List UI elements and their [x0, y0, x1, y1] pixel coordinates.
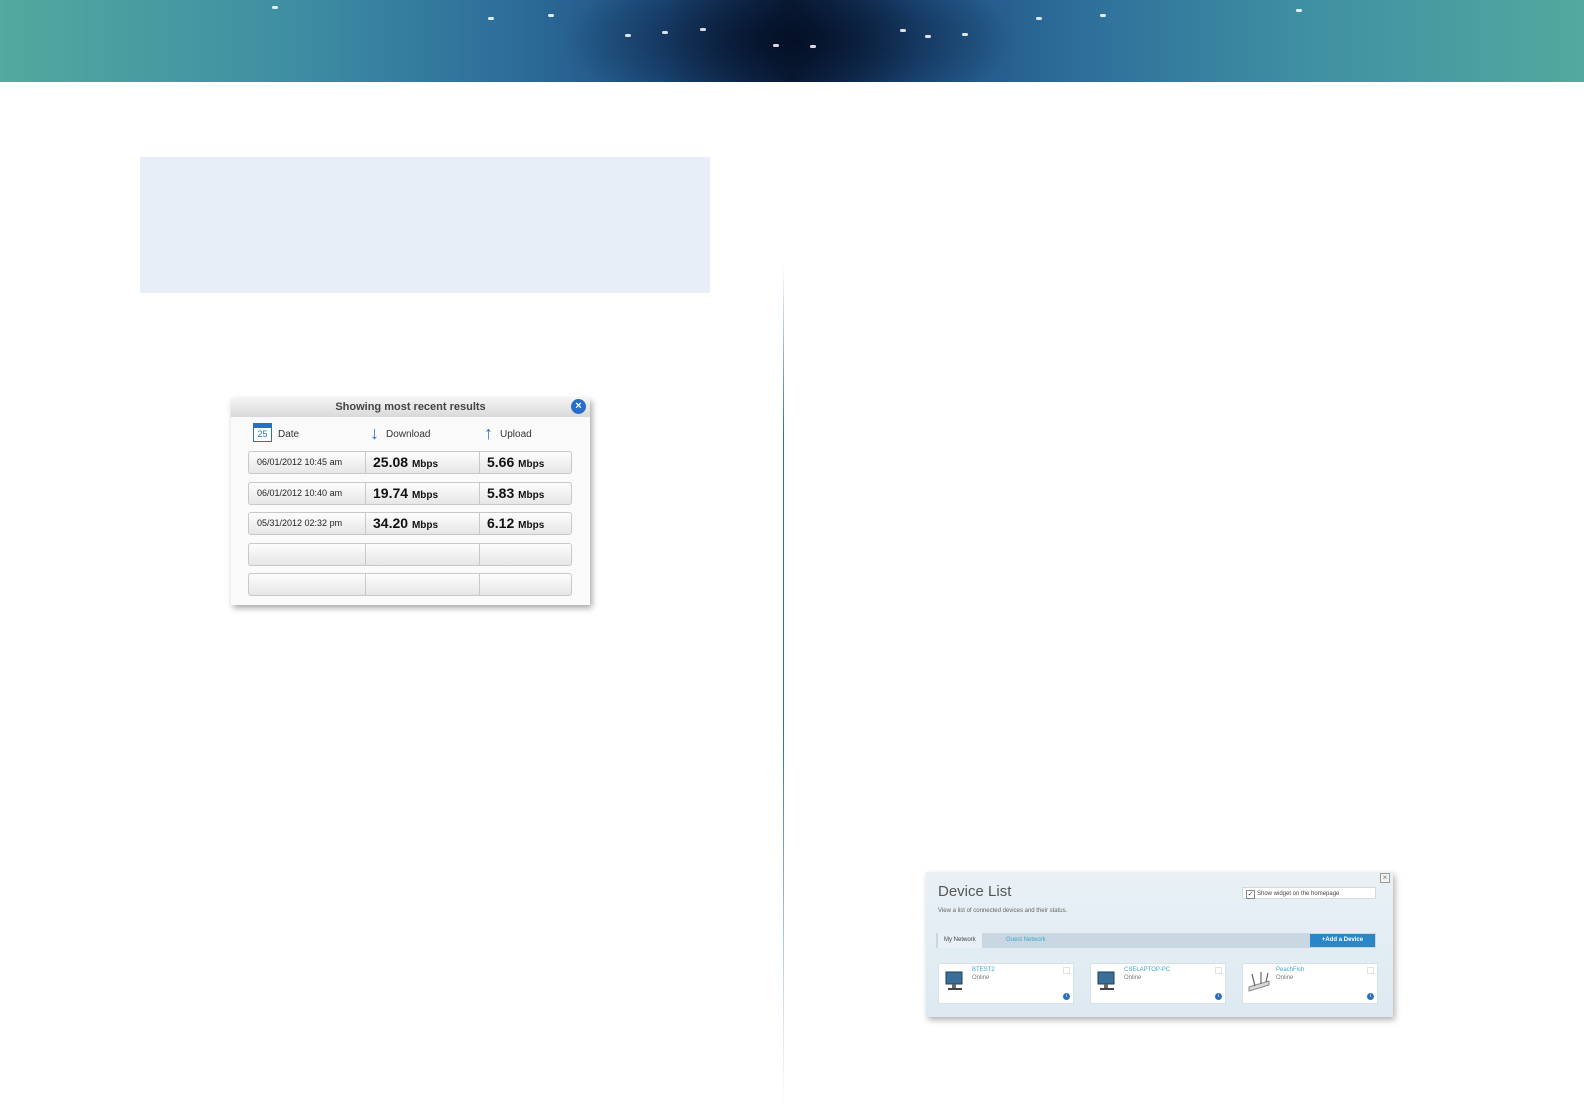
banner-sparkle	[925, 35, 931, 38]
device-list-widget: × Device List View a list of connected d…	[926, 872, 1393, 1017]
download-column-header: Download	[386, 429, 431, 440]
calendar-icon: 25	[253, 423, 272, 442]
device-card[interactable]: CSELAPTOP-PC Online i	[1090, 963, 1226, 1004]
banner-sparkle	[548, 14, 554, 17]
cell-separator	[479, 544, 480, 565]
close-icon[interactable]: ×	[571, 399, 586, 414]
info-icon[interactable]: i	[1215, 993, 1222, 1000]
banner-sparkle	[773, 44, 779, 47]
upload-value: 5.66	[487, 454, 515, 470]
show-widget-label: Show widget on the homepage	[1257, 891, 1340, 897]
result-date: 06/01/2012 10:40 am	[257, 488, 343, 498]
device-status: Online	[1124, 975, 1142, 981]
speed-test-results-panel: Showing most recent results × 25 Date ↓ …	[231, 398, 590, 605]
cell-separator	[365, 483, 366, 504]
banner-sparkle	[662, 31, 668, 34]
banner-sparkle	[1296, 9, 1302, 12]
widget-title: Device List	[938, 883, 1012, 900]
result-upload: 5.66 Mbps	[487, 452, 544, 473]
device-status: Online	[972, 975, 990, 981]
result-download: 25.08 Mbps	[373, 452, 438, 473]
device-name: PeachFish	[1276, 967, 1305, 973]
result-row: 06/01/2012 10:45 am 25.08 Mbps 5.66 Mbps	[248, 451, 572, 474]
device-name: CSELAPTOP-PC	[1124, 967, 1171, 973]
cell-separator	[365, 452, 366, 473]
result-download: 19.74 Mbps	[373, 483, 438, 504]
upload-value: 6.12	[487, 515, 515, 531]
banner-sparkle	[700, 28, 706, 31]
result-download: 34.20 Mbps	[373, 513, 438, 534]
unit-label: Mbps	[518, 520, 545, 531]
router-icon	[1248, 972, 1270, 992]
result-upload: 5.83 Mbps	[487, 483, 544, 504]
device-name: BTEST2	[972, 967, 995, 973]
desktop-computer-icon	[1097, 971, 1115, 990]
cell-separator	[479, 513, 480, 534]
results-title: Showing most recent results	[231, 398, 590, 417]
tab-my-network[interactable]: My Network	[938, 933, 982, 948]
banner-sparkle	[488, 17, 494, 20]
upload-column-header: Upload	[500, 429, 532, 440]
widget-close-icon[interactable]: ×	[1380, 873, 1390, 883]
banner-sparkle	[625, 34, 631, 37]
cell-separator	[479, 574, 480, 595]
cell-separator	[365, 513, 366, 534]
show-widget-checkbox[interactable]: ✓ Show widget on the homepage	[1242, 887, 1376, 899]
info-icon[interactable]: i	[1063, 993, 1070, 1000]
header-banner	[0, 0, 1584, 82]
device-status: Online	[1276, 975, 1294, 981]
banner-sparkle	[900, 29, 906, 32]
result-date: 05/31/2012 02:32 pm	[257, 518, 343, 528]
cell-separator	[365, 574, 366, 595]
result-upload: 6.12 Mbps	[487, 513, 544, 534]
result-row: 06/01/2012 10:40 am 19.74 Mbps 5.83 Mbps	[248, 482, 572, 505]
empty-result-row	[248, 573, 572, 596]
download-value: 25.08	[373, 454, 409, 470]
empty-result-row	[248, 543, 572, 566]
unit-label: Mbps	[518, 459, 545, 470]
column-divider	[783, 265, 784, 1111]
download-value: 19.74	[373, 485, 409, 501]
card-select-box[interactable]	[1215, 967, 1222, 974]
result-row: 05/31/2012 02:32 pm 34.20 Mbps 6.12 Mbps	[248, 512, 572, 535]
unit-label: Mbps	[411, 459, 439, 470]
device-card[interactable]: PeachFish Online i	[1242, 963, 1378, 1004]
note-box	[140, 157, 710, 293]
result-date: 06/01/2012 10:45 am	[257, 457, 343, 467]
unit-label: Mbps	[411, 520, 439, 531]
banner-sparkle	[810, 45, 816, 48]
unit-label: Mbps	[518, 490, 545, 501]
cell-separator	[479, 452, 480, 473]
banner-glow	[560, 0, 1020, 82]
date-column-header: Date	[278, 429, 300, 440]
download-value: 34.20	[373, 515, 409, 531]
device-card[interactable]: BTEST2 Online i	[938, 963, 1074, 1004]
unit-label: Mbps	[411, 490, 439, 501]
add-device-button[interactable]: +Add a Device	[1310, 934, 1375, 947]
card-select-box[interactable]	[1367, 967, 1374, 974]
download-arrow-icon: ↓	[370, 423, 379, 443]
banner-sparkle	[1100, 14, 1106, 17]
widget-subtitle: View a list of connected devices and the…	[938, 908, 1068, 914]
cell-separator	[365, 544, 366, 565]
tab-guest-network[interactable]: Guest Network	[1000, 933, 1052, 948]
upload-value: 5.83	[487, 485, 515, 501]
info-icon[interactable]: i	[1367, 993, 1374, 1000]
banner-sparkle	[272, 6, 278, 9]
cell-separator	[479, 483, 480, 504]
card-select-box[interactable]	[1063, 967, 1070, 974]
checkbox-check-icon: ✓	[1246, 890, 1255, 899]
banner-sparkle	[962, 33, 968, 36]
desktop-computer-icon	[945, 971, 963, 990]
upload-arrow-icon: ↑	[484, 423, 493, 443]
banner-sparkle	[1036, 17, 1042, 20]
